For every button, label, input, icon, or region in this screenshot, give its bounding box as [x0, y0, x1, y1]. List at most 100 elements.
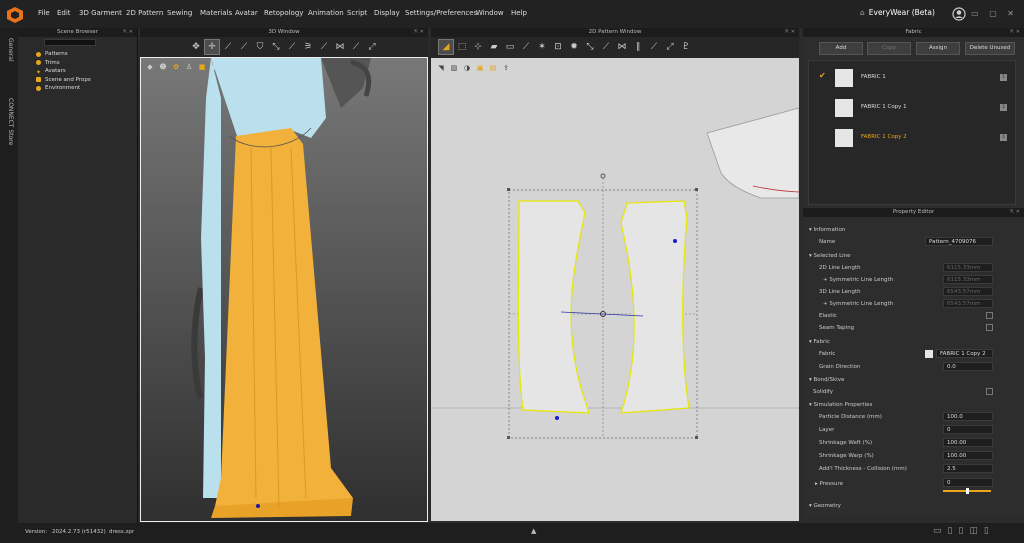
tree-item-scene[interactable]: Scene and Props	[36, 76, 137, 85]
garment-tool-icon[interactable]: ⛉	[253, 40, 267, 54]
edit-point-icon[interactable]: ⊹	[471, 40, 485, 54]
shrinkage-weft-field[interactable]: 100.00	[943, 438, 993, 447]
2d-line-length-field[interactable]: 6115.33mm	[943, 263, 993, 272]
add-fabric-button[interactable]: Add	[819, 42, 863, 55]
fabric-list-item[interactable]: ✔ FABRIC 1 ⇩	[809, 67, 1015, 89]
pin-icon[interactable]: ⟋	[221, 40, 235, 54]
cut-icon[interactable]: ⟋	[349, 40, 363, 54]
pressure-slider-handle[interactable]	[966, 488, 969, 494]
name-field[interactable]: Pattern_4709076	[925, 237, 993, 246]
copy-fabric-button[interactable]: Copy	[867, 42, 911, 55]
tab-connect-store[interactable]: CONNECT Store	[7, 98, 14, 145]
select-move-icon[interactable]: ✛	[204, 39, 220, 55]
fold-2d-icon[interactable]: ∥	[631, 40, 645, 54]
layer-field[interactable]: 0	[943, 425, 993, 434]
prop-2d-line-length: 2D Line Length 6115.33mm	[803, 262, 1024, 274]
tape-icon[interactable]: ⋈	[333, 40, 347, 54]
seam-taping-checkbox[interactable]	[986, 324, 993, 331]
menu-animation[interactable]: Animation	[308, 9, 344, 17]
tape-2d-icon[interactable]: ⋈	[615, 40, 629, 54]
pleat-icon[interactable]: ⟋	[647, 40, 661, 54]
menu-2d-pattern[interactable]: 2D Pattern	[126, 9, 163, 17]
internal-line-icon[interactable]: ⟋	[519, 40, 533, 54]
pin-box-icon[interactable]: ⟋	[237, 40, 251, 54]
panel-float-icon[interactable]: ⇱ ✕	[414, 28, 424, 37]
notch-icon[interactable]: ✹	[567, 40, 581, 54]
section-bond[interactable]: ▾ Bond/Skive	[803, 374, 1024, 386]
section-fabric[interactable]: ▾ Fabric	[803, 336, 1024, 348]
fabric-list-item[interactable]: FABRIC 1 Copy 2 ⇩	[809, 127, 1015, 149]
fold-icon[interactable]: ⚞	[301, 40, 315, 54]
section-geometry[interactable]: ▾ Geometry	[803, 500, 1024, 512]
shirt-icon[interactable]: ♇	[679, 40, 693, 54]
pan-icon[interactable]: ✥	[189, 40, 203, 54]
menu-file[interactable]: File	[38, 9, 50, 17]
3d-line-length-field[interactable]: 6543.57mm	[943, 287, 993, 296]
tree-item-avatars[interactable]: ✦ Avatars	[36, 67, 137, 76]
user-avatar-icon[interactable]	[952, 7, 966, 21]
menu-avatar[interactable]: Avatar	[235, 9, 258, 17]
button-tool-icon[interactable]: ⤢	[663, 40, 677, 54]
scene-search-input[interactable]	[44, 39, 96, 46]
fabric-swatch	[835, 99, 853, 117]
menu-3d-garment[interactable]: 3D Garment	[79, 9, 122, 17]
window-controls[interactable]: ▭ ▢ ✕	[971, 9, 1018, 18]
free-sew-icon[interactable]: ⟋	[599, 40, 613, 54]
menu-display[interactable]: Display	[374, 9, 400, 17]
sym-line-1-field[interactable]: 6115.33mm	[943, 275, 993, 284]
download-icon[interactable]: ⇩	[1000, 104, 1007, 111]
section-selected-line[interactable]: ▾ Selected Line	[803, 250, 1024, 262]
rectangle-icon[interactable]: ▭	[503, 40, 517, 54]
delete-unused-button[interactable]: Delete Unused	[965, 42, 1015, 55]
shrinkage-warp-field[interactable]: 100.00	[943, 451, 993, 460]
menu-help[interactable]: Help	[511, 9, 527, 17]
sym-line-2-field[interactable]: 6543.57mm	[943, 299, 993, 308]
sew-icon[interactable]: ⟋	[317, 40, 331, 54]
menu-sewing[interactable]: Sewing	[167, 9, 192, 17]
tab-general[interactable]: General	[7, 38, 14, 62]
expand-up-icon[interactable]: ▲	[531, 527, 536, 535]
menu-retopology[interactable]: Retopology	[264, 9, 303, 17]
menu-window[interactable]: Window	[476, 9, 504, 17]
tree-item-trims[interactable]: Trims	[36, 59, 137, 68]
segment-sew-icon[interactable]: ⤡	[583, 40, 597, 54]
panel-float-icon[interactable]: ⇱ ✕	[785, 28, 795, 37]
grain-direction-field[interactable]: 0.0	[943, 362, 993, 371]
assign-fabric-button[interactable]: Assign	[916, 42, 960, 55]
solidify-checkbox[interactable]	[986, 388, 993, 395]
tack-icon[interactable]: ⤡	[269, 40, 283, 54]
particle-distance-field[interactable]: 100.0	[943, 412, 993, 421]
thickness-field[interactable]: 2.5	[943, 464, 993, 473]
scene-props-icon	[36, 77, 41, 83]
menu-settings[interactable]: Settings/Preferences	[405, 9, 477, 17]
fabric-select[interactable]: FABRIC 1 Copy 2	[936, 349, 993, 358]
prop-sym-line-1: + Symmetric Line Length 6115.33mm	[803, 274, 1024, 286]
download-icon[interactable]: ⇩	[1000, 134, 1007, 141]
measure-icon[interactable]: ⟋	[285, 40, 299, 54]
2d-viewport[interactable]: ◥ ▨ ◑ ▣ ▤ ⇪	[431, 58, 799, 521]
elastic-checkbox[interactable]	[986, 312, 993, 319]
layout-icons[interactable]: ▭▯▯◫▯	[933, 526, 995, 536]
panel-float-icon[interactable]: ⇱ ✕	[1010, 28, 1020, 37]
3d-viewport[interactable]: ◆ ☻ ✿ ♙ ■ ◐ ✺ ▣ ⇪	[140, 57, 428, 522]
section-simulation[interactable]: ▾ Simulation Properties	[803, 399, 1024, 411]
transform-pattern-icon[interactable]: ◢	[438, 39, 454, 55]
prop-warp: Shrinkage Warp (%) 100.00	[803, 450, 1024, 462]
menu-script[interactable]: Script	[347, 9, 367, 17]
edit-pattern-icon[interactable]: ⬚	[455, 40, 469, 54]
menu-materials[interactable]: Materials	[200, 9, 232, 17]
trace-icon[interactable]: ⊡	[551, 40, 565, 54]
panel-float-icon[interactable]: ⇱ ✕	[123, 28, 133, 37]
polygon-icon[interactable]: ▰	[487, 40, 501, 54]
tree-item-environment[interactable]: Environment	[36, 84, 137, 93]
fabric-list-item[interactable]: FABRIC 1 Copy 1 ⇩	[809, 97, 1015, 119]
download-icon[interactable]: ⇩	[1000, 74, 1007, 81]
app-logo-icon[interactable]	[6, 6, 24, 24]
pressure-field[interactable]: 0	[943, 478, 993, 487]
menu-edit[interactable]: Edit	[57, 9, 71, 17]
tree-item-patterns[interactable]: Patterns	[36, 50, 137, 59]
section-information[interactable]: ▾ Information	[803, 224, 1024, 236]
dart-icon[interactable]: ✶	[535, 40, 549, 54]
seam-icon[interactable]: ⤢	[365, 40, 379, 54]
panel-float-icon[interactable]: ⇱ ✕	[1010, 208, 1020, 217]
